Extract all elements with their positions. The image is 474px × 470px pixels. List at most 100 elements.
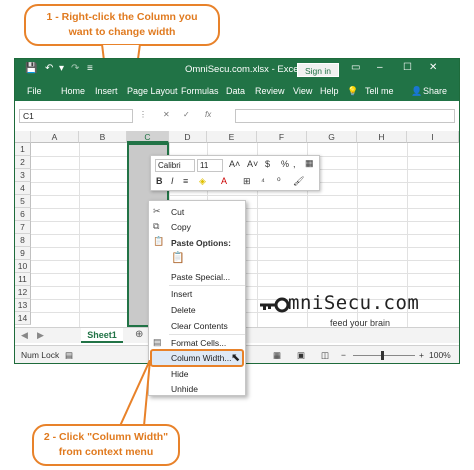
name-box[interactable]: C1 (19, 109, 133, 123)
font-color-icon[interactable]: A (221, 176, 227, 186)
scroll-left-icon[interactable]: ◀ (21, 330, 28, 341)
comma-icon[interactable]: , (293, 159, 296, 169)
formula-input[interactable] (235, 109, 455, 123)
zoom-slider-thumb[interactable] (381, 351, 384, 360)
zoom-out-icon[interactable]: − (341, 350, 346, 360)
tab-insert[interactable]: Insert (95, 86, 118, 96)
tab-data[interactable]: Data (226, 86, 245, 96)
increase-font-icon[interactable]: A˄ (229, 159, 240, 169)
tab-view[interactable]: View (293, 86, 312, 96)
row-header[interactable]: 12 (15, 286, 31, 299)
font-size-box[interactable]: 11 (197, 159, 223, 172)
save-icon[interactable]: 💾 (25, 63, 37, 74)
tab-page-layout[interactable]: Page Layout (127, 86, 178, 96)
maximize-icon[interactable]: ☐ (403, 62, 412, 73)
row-header[interactable]: 1 (15, 143, 31, 156)
select-all-corner[interactable] (15, 131, 31, 143)
minimize-icon[interactable]: – (377, 62, 383, 73)
insert-function-button[interactable]: fx (205, 110, 211, 119)
menu-item-cut[interactable]: Cut (171, 207, 184, 217)
menu-item-copy[interactable]: Copy (171, 222, 191, 232)
italic-icon[interactable]: I (171, 176, 174, 186)
row-header[interactable]: 6 (15, 208, 31, 221)
tab-file[interactable]: File (27, 86, 42, 96)
menu-item-column-width[interactable]: Column Width... (171, 353, 231, 363)
new-sheet-icon[interactable]: ⊕ (135, 329, 143, 340)
callout-step-2: 2 - Click "Column Width" from context me… (32, 424, 180, 466)
decrease-font-icon[interactable]: A˅ (247, 159, 258, 169)
row-header[interactable]: 5 (15, 195, 31, 208)
redo-icon[interactable]: ↷ (71, 63, 79, 74)
currency-icon[interactable]: $ (265, 159, 270, 169)
menu-separator (169, 334, 245, 335)
more-icon[interactable]: ⋮ (139, 110, 147, 119)
normal-view-icon[interactable]: ▦ (273, 350, 281, 361)
row-header[interactable]: 11 (15, 273, 31, 286)
undo-dropdown-icon[interactable]: ▾ (59, 63, 64, 74)
cancel-icon[interactable]: ✕ (163, 110, 170, 119)
percent-icon[interactable]: % (281, 159, 289, 169)
callout-step-1-line2: want to change width (68, 26, 176, 38)
decrease-decimal-icon[interactable]: ⁴ (261, 176, 265, 186)
tab-help[interactable]: Help (320, 86, 339, 96)
align-center-icon[interactable]: ≡ (183, 176, 188, 186)
column-header-g[interactable]: G (307, 131, 357, 143)
row-header[interactable]: 4 (15, 182, 31, 195)
sign-in-button[interactable]: Sign in (297, 63, 339, 77)
row-header[interactable]: 10 (15, 260, 31, 273)
tab-review[interactable]: Review (255, 86, 285, 96)
column-header-d[interactable]: D (169, 131, 207, 143)
format-painter-icon[interactable]: 🖌 (293, 176, 304, 187)
gridline (31, 195, 459, 196)
row-header[interactable]: 13 (15, 299, 31, 312)
share-icon[interactable]: 👤 (411, 86, 422, 97)
format-table-icon[interactable]: ▦ (305, 158, 314, 169)
formula-bar: C1 ⋮ ✕ ✓ fx (15, 107, 459, 125)
menu-item-paste-special[interactable]: Paste Special... (171, 272, 230, 282)
row-header[interactable]: 9 (15, 247, 31, 260)
callout-step-2-line2: from context menu (58, 446, 154, 458)
ribbon-options-icon[interactable]: ▭ (351, 62, 360, 73)
row-header[interactable]: 3 (15, 169, 31, 182)
column-header-e[interactable]: E (207, 131, 257, 143)
row-header[interactable]: 2 (15, 156, 31, 169)
paste-icon: 📋 (153, 236, 165, 246)
menu-item-delete[interactable]: Delete (171, 305, 196, 315)
column-header-a[interactable]: A (31, 131, 79, 143)
zoom-slider[interactable] (353, 355, 415, 356)
bold-icon[interactable]: B (156, 176, 163, 186)
menu-item-format-cells[interactable]: Format Cells... (171, 338, 226, 348)
column-header-b[interactable]: B (79, 131, 127, 143)
paste-option-icon[interactable]: 📋 (171, 251, 185, 264)
close-icon[interactable]: ✕ (429, 62, 437, 73)
tab-formulas[interactable]: Formulas (181, 86, 219, 96)
customize-qat-icon[interactable]: ≡ (87, 63, 93, 74)
scroll-right-icon[interactable]: ▶ (37, 330, 44, 341)
zoom-in-icon[interactable]: + (419, 350, 424, 360)
font-name-box[interactable]: Calibri (155, 159, 195, 172)
borders-icon[interactable]: ⊞ (243, 176, 251, 187)
menu-item-clear-contents[interactable]: Clear Contents (171, 321, 228, 331)
share-button[interactable]: Share (423, 86, 447, 96)
row-header[interactable]: 8 (15, 234, 31, 247)
tab-home[interactable]: Home (61, 86, 85, 96)
increase-decimal-icon[interactable]: ⁰ (277, 176, 281, 187)
tell-me-search[interactable]: Tell me (365, 86, 394, 96)
row-header[interactable]: 14 (15, 312, 31, 325)
sheet-tab[interactable]: Sheet1 (81, 328, 123, 343)
column-header-h[interactable]: H (357, 131, 407, 143)
column-header-c[interactable]: C (127, 131, 169, 143)
undo-icon[interactable]: ↶ (45, 63, 53, 74)
menu-item-hide[interactable]: Hide (171, 369, 188, 379)
page-break-view-icon[interactable]: ◫ (321, 350, 329, 361)
column-header-f[interactable]: F (257, 131, 307, 143)
row-header[interactable]: 7 (15, 221, 31, 234)
menu-item-insert[interactable]: Insert (171, 289, 192, 299)
page-layout-view-icon[interactable]: ▣ (297, 350, 305, 361)
accessibility-icon[interactable]: ▤ (65, 350, 73, 361)
zoom-level[interactable]: 100% (429, 350, 451, 360)
enter-icon[interactable]: ✓ (183, 110, 190, 119)
menu-item-unhide[interactable]: Unhide (171, 384, 198, 394)
fill-color-icon[interactable]: ◈ (199, 176, 206, 187)
column-header-i[interactable]: I (407, 131, 459, 143)
